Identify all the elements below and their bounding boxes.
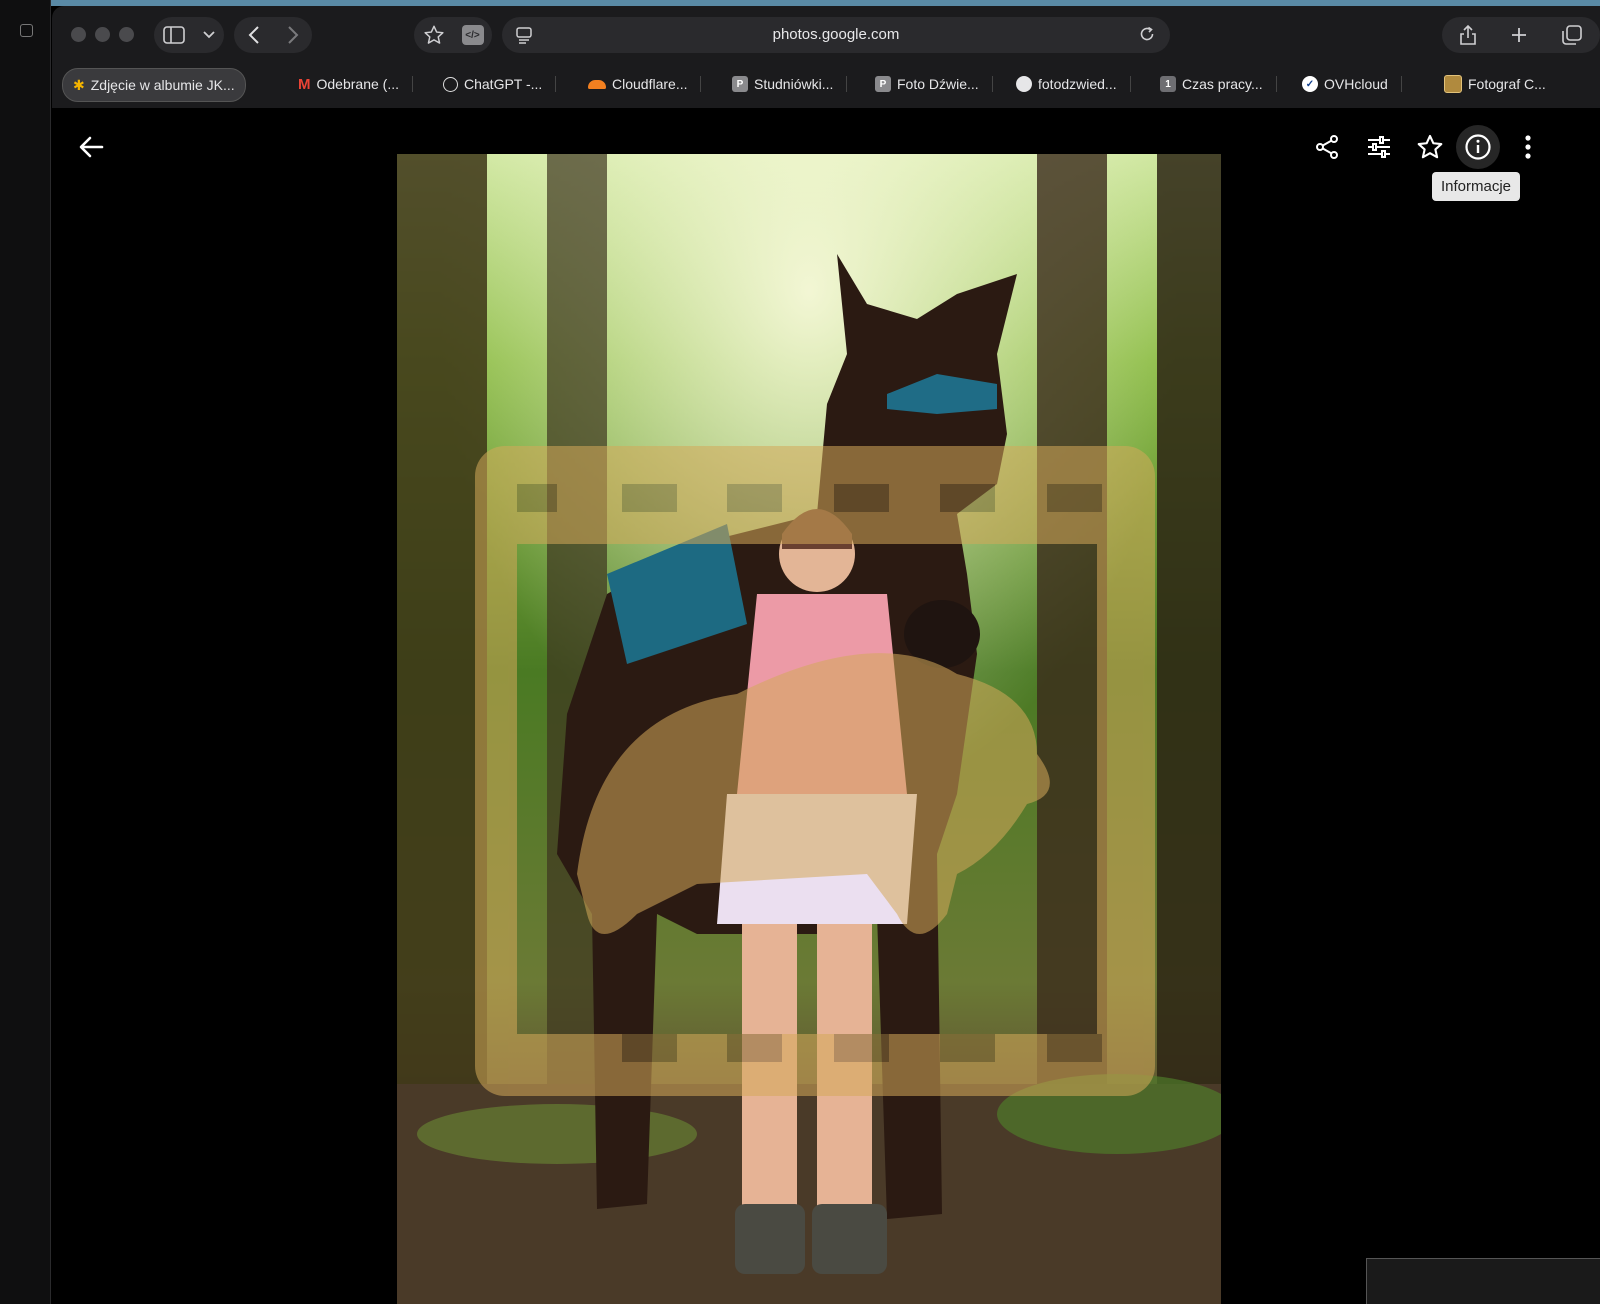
- p-icon: P: [875, 76, 891, 92]
- close-window-button[interactable]: [71, 27, 86, 42]
- address-bar[interactable]: photos.google.com: [502, 17, 1170, 53]
- bookmark-fotograf[interactable]: Fotograf C...: [1438, 68, 1552, 100]
- bookmark-label: Zdjęcie w albumie JK...: [90, 77, 235, 93]
- history-nav: [234, 17, 312, 53]
- github-icon: [1016, 76, 1032, 92]
- bookmark-photos-album[interactable]: ✱ Zdjęcie w albumie JK...: [62, 68, 246, 102]
- tab-overview-icon[interactable]: [1561, 24, 1583, 46]
- number-one-icon: 1: [1160, 76, 1176, 92]
- more-options-button[interactable]: [1511, 130, 1545, 164]
- bookmark-label: Fotograf C...: [1468, 76, 1546, 92]
- back-nav-icon[interactable]: [248, 26, 260, 44]
- photo-frame-icon: [1444, 75, 1462, 93]
- bookmark-gmail[interactable]: M Odebrane (...: [292, 68, 413, 100]
- info-button[interactable]: [1456, 125, 1500, 169]
- star-icon: [1417, 134, 1443, 159]
- window-actions: [1442, 17, 1600, 53]
- bookmark-czas-pracy[interactable]: 1 Czas pracy...: [1154, 68, 1277, 100]
- edit-button[interactable]: [1362, 130, 1396, 164]
- photo-image[interactable]: [397, 154, 1221, 1304]
- bookmark-label: Studniówki...: [754, 76, 834, 92]
- zoom-window-button[interactable]: [119, 27, 134, 42]
- google-photos-icon: ✱: [73, 76, 85, 93]
- bookmark-label: fotodzwied...: [1038, 76, 1117, 92]
- reload-icon[interactable]: [1138, 25, 1156, 43]
- chevron-down-icon: [203, 31, 215, 39]
- bookmark-label: OVHcloud: [1324, 76, 1388, 92]
- sidebar-icon: [163, 26, 185, 44]
- gmail-icon: M: [298, 75, 311, 93]
- extension-code-icon[interactable]: </>: [461, 25, 484, 45]
- edit-sliders-icon: [1368, 136, 1390, 158]
- screen-thumbnail: [1366, 1258, 1600, 1304]
- bookmark-label: ChatGPT -...: [464, 76, 543, 92]
- new-tab-icon[interactable]: [1510, 26, 1528, 44]
- bookmark-label: Cloudflare...: [612, 76, 688, 92]
- browser-toolbar: </> photos.google.com: [52, 6, 1600, 62]
- photo-viewer: Informacje: [52, 108, 1600, 1304]
- bookmarks-bar: ✱ Zdjęcie w albumie JK... M Odebrane (..…: [52, 62, 1600, 109]
- sidebar-menu-button[interactable]: [154, 17, 224, 53]
- bookmark-label: Czas pracy...: [1182, 76, 1263, 92]
- info-icon: [1465, 134, 1491, 160]
- bookmark-ovhcloud[interactable]: ✓ OVHcloud: [1296, 68, 1402, 100]
- favorite-button[interactable]: [1413, 130, 1447, 164]
- page-actions: </>: [414, 17, 492, 53]
- more-vertical-icon: [1525, 135, 1531, 159]
- bookmark-foto-dzwie[interactable]: P Foto Dźwie...: [869, 68, 993, 100]
- minimize-window-button[interactable]: [95, 27, 110, 42]
- left-sidebar-strip: [0, 0, 51, 1304]
- share-page-icon[interactable]: [1459, 24, 1477, 46]
- bookmark-studniowki[interactable]: P Studniówki...: [726, 68, 848, 100]
- bookmark-label: Odebrane (...: [316, 76, 400, 92]
- bookmark-label: Foto Dźwie...: [897, 76, 979, 92]
- share-icon: [1316, 135, 1338, 159]
- back-arrow-icon[interactable]: [76, 132, 106, 162]
- info-tooltip: Informacje: [1432, 172, 1521, 201]
- ovhcloud-icon: ✓: [1302, 76, 1318, 92]
- chatgpt-icon: [443, 76, 458, 92]
- p-icon: P: [732, 76, 748, 92]
- forward-nav-icon[interactable]: [287, 26, 299, 44]
- bookmark-star-icon[interactable]: [423, 24, 445, 46]
- sidebar-toggle-icon[interactable]: [20, 24, 33, 37]
- share-button[interactable]: [1310, 130, 1344, 164]
- browser-window: </> photos.google.com ✱ Zdjęcie w albumi…: [52, 6, 1600, 1304]
- bookmark-github[interactable]: fotodzwied...: [1010, 68, 1131, 100]
- bookmark-cloudflare[interactable]: Cloudflare...: [582, 68, 702, 100]
- url-text: photos.google.com: [772, 26, 900, 43]
- cloudflare-icon: [588, 79, 606, 89]
- bookmark-chatgpt[interactable]: ChatGPT -...: [437, 68, 557, 100]
